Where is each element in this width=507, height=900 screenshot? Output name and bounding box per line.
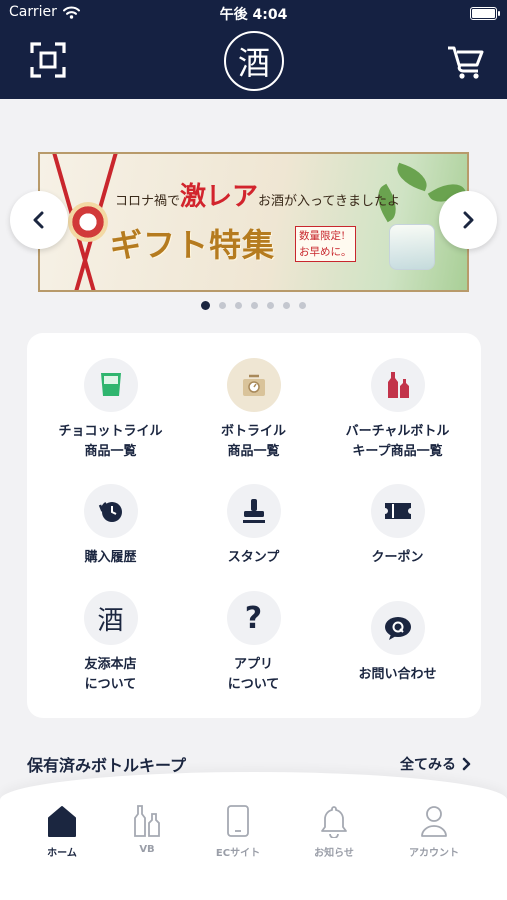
icon-circle [226,484,281,538]
chevron-right-icon [463,211,474,229]
tab-label: VB [139,844,155,855]
tab-vb[interactable]: VB [102,804,192,855]
sake-logo-icon: 酒 [97,605,124,636]
carousel-dot[interactable] [201,301,210,310]
menu-item-label: 友添本店 について [84,657,137,692]
see-all-link[interactable]: 全てみる [400,754,472,774]
menu-item-botoryle[interactable]: ボトライル 商品一覧 [178,358,329,462]
menu-item-history[interactable]: 購入履歴 [35,484,186,568]
tab-label: ホーム [47,848,77,859]
menu-card: チョコットライル 商品一覧 ボトライル 商品一覧 バーチャルボトル キープ商品一… [27,333,481,718]
icon-circle [370,358,425,412]
bottles-outline-icon [134,805,160,837]
tagline-accent: 激レア [180,182,259,212]
tab-label: アカウント [409,848,459,859]
banner-note: 数量限定! お早めに。 [295,226,356,262]
menu-item-stamp[interactable]: スタンプ [178,484,329,568]
carousel-dot[interactable] [219,302,226,309]
chevron-right-icon [462,757,471,771]
scan-icon [30,42,66,78]
tab-label: お知らせ [314,848,354,859]
tagline-pre: コロナ禍で [115,194,181,209]
note-line2: お早めに。 [299,246,352,258]
history-icon [98,501,122,522]
phone-icon [227,805,249,837]
menu-item-label: スタンプ [227,550,280,565]
user-icon [421,806,447,837]
cart-icon [448,46,484,79]
banner-headline: ギフト特集 [110,226,276,264]
carousel-dot[interactable] [267,302,274,309]
sake-glass-icon [389,224,435,270]
menu-item-label: お問い合わせ [358,667,437,682]
chevron-left-icon [33,211,44,229]
icon-circle [226,358,281,412]
menu-item-virtual-bottle[interactable]: バーチャルボトル キープ商品一覧 [322,358,473,462]
section-title: 保有済みボトルキープ [27,756,187,775]
tab-news[interactable]: お知らせ [289,804,379,859]
home-icon [48,806,76,837]
icon-circle [83,484,138,538]
menu-item-label: アプリ について [227,657,280,692]
carousel-prev-button[interactable] [10,191,68,249]
menu-item-choco[interactable]: チョコットライル 商品一覧 [35,358,186,462]
icon-circle [370,484,425,538]
app-header: Carrier 午後 4:04 酒 [0,0,507,99]
carousel-dot[interactable] [283,302,290,309]
brand-logo[interactable]: 酒 [224,31,284,91]
icon-circle: ? [226,591,281,645]
battery-icon [470,7,500,20]
menu-item-about-app[interactable]: ? アプリ について [178,591,329,695]
cart-button[interactable] [446,42,486,80]
tab-bar: ホーム VB ECサイト お知らせ アカウント [0,772,507,900]
promo-banner[interactable]: コロナ禍で激レアお酒が入ってきましたよ ギフト特集 数量限定! お早めに。 [38,152,469,292]
menu-item-label: クーポン [371,550,424,565]
tab-account[interactable]: アカウント [389,804,479,859]
tagline-post: お酒が入ってきましたよ [258,194,400,209]
coupon-icon [384,503,411,519]
icon-circle: 酒 [83,591,138,645]
carousel-dot[interactable] [235,302,242,309]
note-line1: 数量限定! [299,230,346,242]
menu-item-store[interactable]: 酒 友添本店 について [35,591,186,695]
icon-circle [83,358,138,412]
stamp-icon [242,499,265,523]
menu-item-label: チョコットライル 商品一覧 [58,424,163,459]
tab-ec[interactable]: ECサイト [193,804,283,859]
scan-button[interactable] [28,40,68,80]
bottles-icon [387,372,409,398]
carousel-dot[interactable] [299,302,306,309]
status-bar: Carrier 午後 4:04 [0,4,507,24]
carousel-pagination[interactable] [0,301,507,310]
see-all-label: 全てみる [400,757,456,773]
banner-tagline: コロナ禍で激レアお酒が入ってきましたよ [115,176,400,213]
chat-q-icon [384,617,411,640]
carousel-next-button[interactable] [439,191,497,249]
tab-label: ECサイト [215,848,261,859]
tab-home[interactable]: ホーム [17,804,107,859]
scale-icon [242,374,265,396]
question-icon: ? [244,600,263,636]
menu-item-coupon[interactable]: クーポン [322,484,473,568]
status-time: 午後 4:04 [219,7,288,23]
menu-item-label: バーチャルボトル キープ商品一覧 [345,424,450,459]
logo-char: 酒 [237,44,270,82]
menu-item-contact[interactable]: お問い合わせ [322,601,473,685]
choco-cup-icon [100,373,121,396]
carousel-dot[interactable] [251,302,258,309]
bell-icon [321,806,347,838]
menu-item-label: ボトライル 商品一覧 [220,424,286,459]
icon-circle [370,601,425,655]
mizuhiki-knot-icon [68,202,108,242]
menu-item-label: 購入履歴 [84,550,137,565]
